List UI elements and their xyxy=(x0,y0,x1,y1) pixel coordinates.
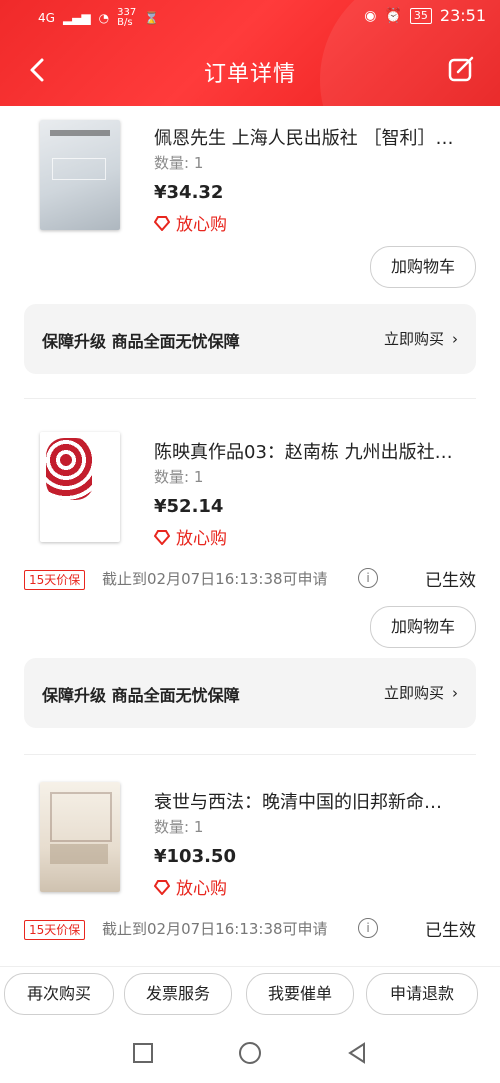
assure-badge: 放心购 xyxy=(154,524,227,549)
book-cover-image[interactable] xyxy=(40,432,120,542)
item-price: ¥103.50 xyxy=(154,846,236,867)
item-qty: 数量: 1 xyxy=(154,154,204,172)
assure-badge: 放心购 xyxy=(154,210,227,235)
deadline-text: 截止到02月07日16:13:38可申请 xyxy=(102,920,328,938)
invoice-button[interactable]: 发票服务 xyxy=(124,973,232,1015)
recent-apps-button[interactable] xyxy=(128,1038,158,1068)
status-right: ◉ ⏰ 35 23:51 xyxy=(364,6,486,25)
info-icon[interactable]: i xyxy=(358,568,378,588)
signal-icon: ▂▄▆ xyxy=(62,11,91,25)
price-protection-row: 15天价保 截止到02月07日16:13:38可申请 i 已生效 xyxy=(24,566,476,594)
item-price: ¥52.14 xyxy=(154,496,224,517)
divider xyxy=(24,754,476,755)
book-cover-image[interactable] xyxy=(40,782,120,892)
book-cover-image[interactable] xyxy=(40,120,120,230)
rebuy-button[interactable]: 再次购买 xyxy=(4,973,114,1015)
add-to-cart-button[interactable]: 加购物车 xyxy=(369,246,476,288)
back-nav-button[interactable] xyxy=(342,1038,372,1068)
alarm-icon: ⏰ xyxy=(384,7,402,24)
status-left: 4G ▂▄▆ ◔ 337 B/s ⌛ xyxy=(38,8,159,28)
item-qty: 数量: 1 xyxy=(154,818,204,836)
deadline-text: 截止到02月07日16:13:38可申请 xyxy=(102,570,328,588)
guarantee-card[interactable]: 保障升级 商品全面无忧保障 立即购买 › xyxy=(24,658,476,728)
page-title: 订单详情 xyxy=(203,62,296,87)
heart-diamond-icon xyxy=(154,529,170,545)
price-protection-row: 15天价保 截止到02月07日16:13:38可申请 i 已生效 xyxy=(24,916,476,944)
speed-label: 337 B/s xyxy=(117,7,137,28)
hourglass-icon: ⌛ xyxy=(144,11,160,25)
home-button[interactable] xyxy=(235,1038,265,1068)
system-nav-bar xyxy=(0,1026,500,1083)
guarantee-action[interactable]: 立即购买 › xyxy=(384,682,458,703)
item-title[interactable]: 陈映真作品03：赵南栋 九州出版社… xyxy=(154,438,464,464)
chevron-right-icon: › xyxy=(452,329,458,348)
assure-label: 放心购 xyxy=(176,879,227,899)
add-to-cart-button[interactable]: 加购物车 xyxy=(369,606,476,648)
info-icon[interactable]: i xyxy=(358,918,378,938)
heart-diamond-icon xyxy=(154,879,170,895)
square-icon xyxy=(133,1043,153,1063)
battery: 35 xyxy=(409,7,432,24)
circle-icon xyxy=(239,1042,261,1064)
guarantee-action-label: 立即购买 xyxy=(383,684,444,702)
heart-diamond-icon xyxy=(154,215,170,231)
divider xyxy=(24,398,476,399)
assure-label: 放心购 xyxy=(176,529,227,549)
guarantee-action-label: 立即购买 xyxy=(383,330,444,348)
header: 4G ▂▄▆ ◔ 337 B/s ⌛ ◉ ⏰ 35 23:51 订单详情 xyxy=(0,0,500,190)
edit-icon xyxy=(448,56,474,82)
price-protection-badge: 15天价保 xyxy=(24,570,86,590)
clock: 23:51 xyxy=(439,6,486,25)
order-detail-screen: 4G ▂▄▆ ◔ 337 B/s ⌛ ◉ ⏰ 35 23:51 订单详情 佩恩先… xyxy=(0,0,500,1083)
order-actions: 再次购买 发票服务 我要催单 申请退款 xyxy=(0,966,500,1027)
status-text: 已生效 xyxy=(425,921,476,941)
item-price: ¥34.32 xyxy=(154,182,224,203)
content-scroll[interactable]: 佩恩先生 上海人民出版社 ［智利］… 数量: 1 ¥34.32 放心购 加购物车… xyxy=(0,106,500,966)
guarantee-action[interactable]: 立即购买 › xyxy=(384,328,458,349)
network-label: 4G xyxy=(38,11,55,25)
price-protection-badge: 15天价保 xyxy=(24,920,86,940)
eye-icon: ◉ xyxy=(364,7,377,24)
status-bar: 4G ▂▄▆ ◔ 337 B/s ⌛ ◉ ⏰ 35 23:51 xyxy=(0,6,500,28)
item-title[interactable]: 衰世与西法：晚清中国的旧邦新命… xyxy=(154,788,464,814)
chevron-right-icon: › xyxy=(452,683,458,702)
guarantee-card[interactable]: 保障升级 商品全面无忧保障 立即购买 › xyxy=(24,304,476,374)
guarantee-title: 保障升级 商品全面无忧保障 xyxy=(42,686,240,705)
edit-button[interactable] xyxy=(446,54,476,84)
item-qty: 数量: 1 xyxy=(154,468,204,486)
triangle-back-icon xyxy=(348,1042,365,1064)
urge-button[interactable]: 我要催单 xyxy=(246,973,354,1015)
guarantee-title: 保障升级 商品全面无忧保障 xyxy=(42,332,240,351)
refund-button[interactable]: 申请退款 xyxy=(366,973,478,1015)
wifi-icon: ◔ xyxy=(98,11,110,25)
assure-label: 放心购 xyxy=(176,215,227,235)
assure-badge: 放心购 xyxy=(154,874,227,899)
status-text: 已生效 xyxy=(425,571,476,591)
item-title[interactable]: 佩恩先生 上海人民出版社 ［智利］… xyxy=(154,124,464,150)
